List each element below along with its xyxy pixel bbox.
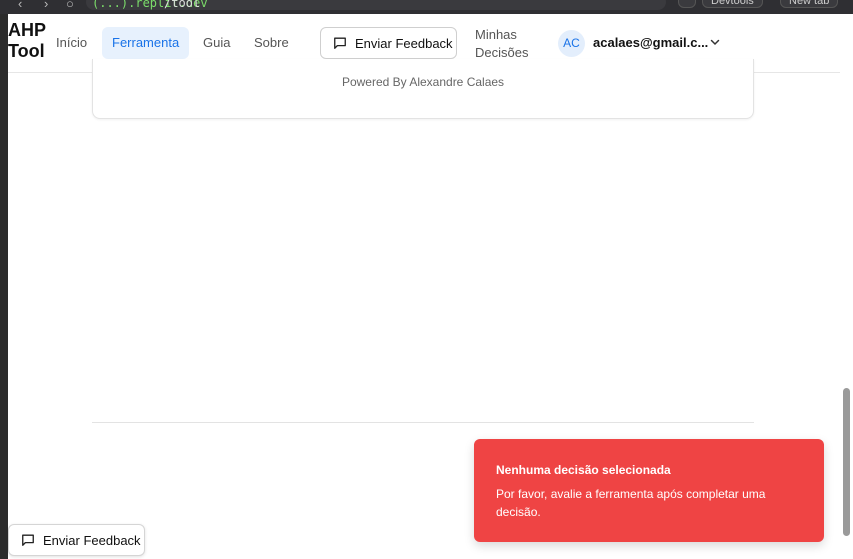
browser-chrome: ‹ › ○ (...).replit.dev /tool Devtools Ne… — [0, 0, 853, 14]
user-email[interactable]: acalaes@gmail.c... — [593, 35, 708, 50]
message-square-icon — [22, 534, 34, 546]
page-viewport: AHP Tool Início Ferramenta Guia Sobre En… — [8, 14, 853, 559]
toast-message: Por favor, avalie a ferramenta após comp… — [496, 487, 766, 519]
new-tab-button[interactable]: New tab — [780, 0, 839, 8]
floating-feedback-label: Enviar Feedback — [43, 532, 141, 548]
error-toast[interactable]: Nenhuma decisão selecionada Por favor, a… — [474, 439, 824, 542]
back-icon[interactable]: ‹ — [18, 0, 22, 11]
content-card: Powered By Alexandre Calaes — [92, 59, 754, 119]
reload-icon[interactable]: ○ — [66, 0, 74, 11]
devtools-tab[interactable]: Devtools — [702, 0, 763, 8]
send-feedback-button[interactable]: Enviar Feedback — [320, 27, 457, 59]
avatar[interactable]: AC — [558, 30, 585, 57]
nav-inicio[interactable]: Início — [46, 27, 97, 59]
nav-ferramenta[interactable]: Ferramenta — [102, 27, 190, 59]
nav-sobre[interactable]: Sobre — [244, 27, 299, 59]
footer-divider — [92, 422, 754, 423]
send-feedback-label: Enviar Feedback — [355, 35, 453, 51]
chevron-down-icon[interactable] — [709, 36, 721, 48]
scroll-thumb[interactable] — [843, 388, 850, 536]
message-square-icon — [334, 37, 346, 49]
extension-icon[interactable] — [678, 0, 696, 8]
scrollbar[interactable] — [840, 14, 853, 559]
floating-feedback-button[interactable]: Enviar Feedback — [8, 524, 145, 556]
nav-guia[interactable]: Guia — [193, 27, 240, 59]
nav-minhas-line1: Minhas — [475, 27, 517, 42]
address-bar[interactable]: (...).replit.dev /tool — [86, 0, 666, 10]
url-path: /tool — [164, 0, 201, 10]
powered-by-text: Powered By Alexandre Calaes — [341, 75, 505, 89]
toast-title: Nenhuma decisão selecionada — [496, 463, 671, 477]
nav-minhas-decisoes[interactable]: Minhas Decisões — [475, 26, 528, 62]
forward-icon[interactable]: › — [44, 0, 48, 11]
